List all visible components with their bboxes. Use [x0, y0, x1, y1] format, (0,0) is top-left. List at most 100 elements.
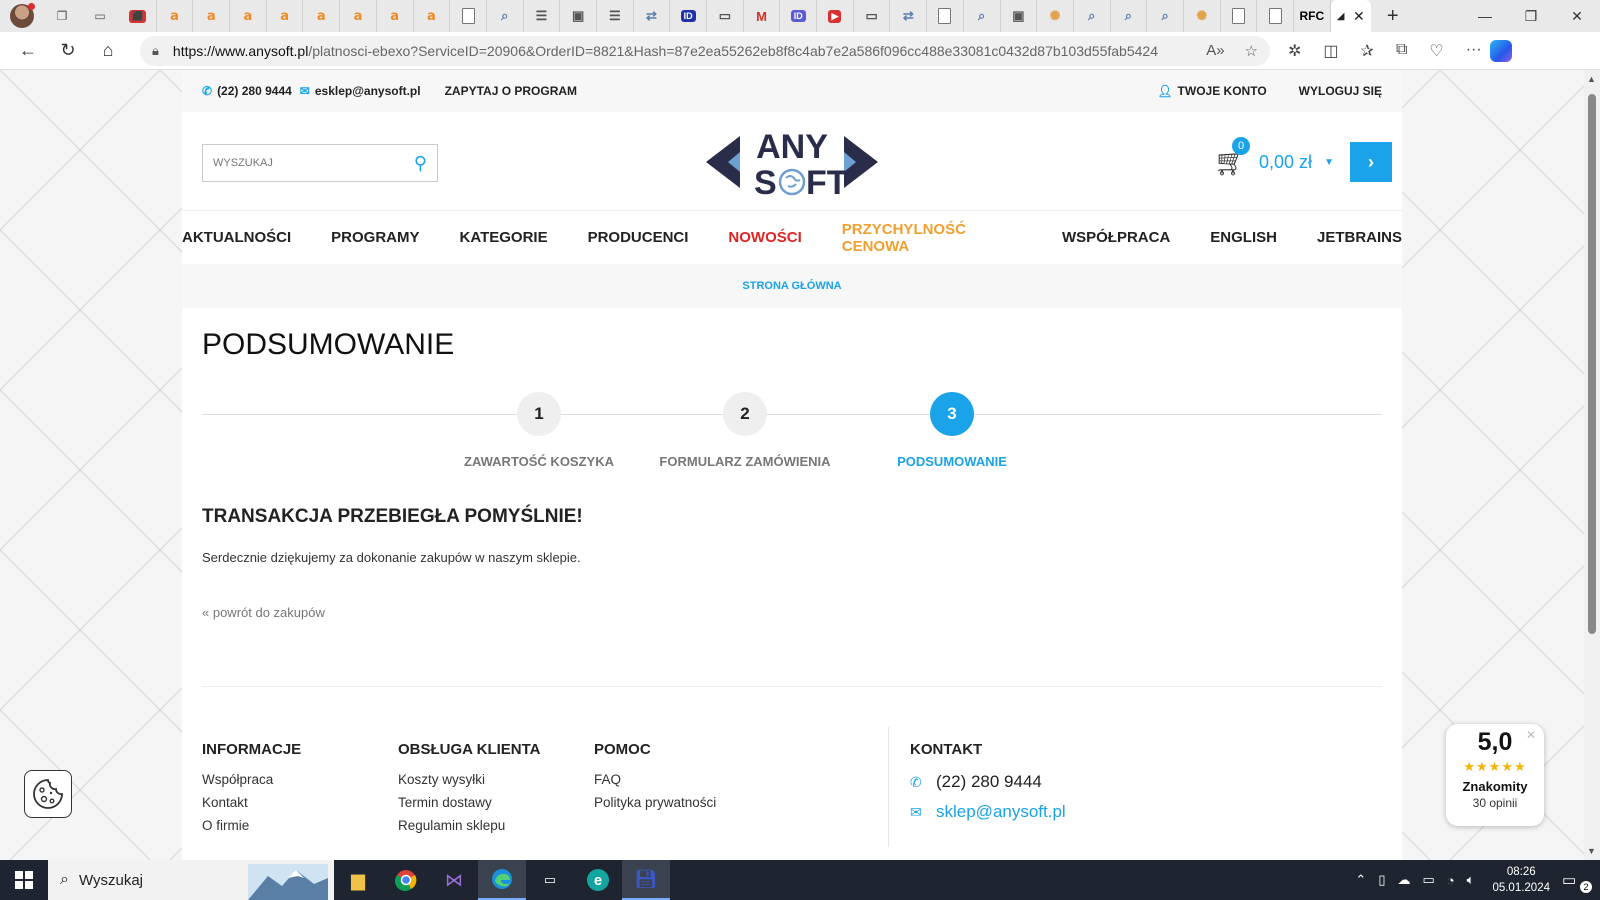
- minimize-icon[interactable]: —: [1462, 0, 1508, 32]
- onedrive-icon[interactable]: ☁: [1397, 872, 1410, 888]
- extensions-icon[interactable]: ✲: [1288, 41, 1301, 61]
- tab-amazon-icon[interactable]: a: [303, 0, 341, 32]
- volume-icon[interactable]: 🔈︎: [1467, 872, 1475, 888]
- lock-icon[interactable]: 🔒︎: [152, 43, 159, 59]
- nav-producenci[interactable]: PRODUCENCI: [588, 229, 689, 246]
- nav-english[interactable]: ENGLISH: [1210, 229, 1277, 246]
- clock[interactable]: 08:26 05.01.2024: [1492, 864, 1550, 896]
- taskbar-search[interactable]: ⌕ Wyszukaj: [48, 860, 334, 900]
- tab-search-icon[interactable]: ⌕: [1147, 0, 1184, 32]
- tab-translate-icon[interactable]: ⇄: [890, 0, 928, 32]
- tab-translate-icon[interactable]: ⇄: [634, 0, 671, 32]
- search-icon[interactable]: ⚲: [414, 153, 427, 174]
- cart-widget[interactable]: 🛒︎ 0 0,00 zł ▼ ›: [1214, 136, 1392, 182]
- tab-document-icon[interactable]: [1257, 0, 1294, 32]
- chrome-icon[interactable]: [382, 860, 430, 900]
- tab-gmail-icon[interactable]: M: [744, 0, 781, 32]
- page-scrollbar[interactable]: ▲ ▼: [1584, 70, 1600, 860]
- favorites-icon[interactable]: ✰: [1361, 41, 1374, 61]
- chevron-down-icon[interactable]: ▼: [1324, 157, 1334, 168]
- tab-search-icon[interactable]: ⌕: [1074, 0, 1111, 32]
- scroll-up-icon[interactable]: ▲: [1587, 74, 1596, 84]
- close-rating-icon[interactable]: ✕: [1526, 728, 1536, 742]
- favorite-star-icon[interactable]: ☆: [1245, 42, 1258, 60]
- start-button[interactable]: [0, 860, 48, 900]
- footer-link[interactable]: FAQ: [594, 772, 716, 787]
- tab-amazon-icon[interactable]: a: [340, 0, 377, 32]
- file-explorer-icon[interactable]: ▆: [334, 860, 382, 900]
- restore-icon[interactable]: ❐: [1508, 0, 1554, 32]
- cookie-settings-button[interactable]: [24, 770, 72, 818]
- go-to-cart-button[interactable]: ›: [1349, 142, 1392, 182]
- copilot-icon[interactable]: [1489, 39, 1512, 62]
- visual-studio-icon[interactable]: ⋈: [430, 860, 478, 900]
- notifications-icon[interactable]: ▭ 2: [1562, 871, 1592, 893]
- rating-widget[interactable]: ✕ 5,0 ★★★★★ Znakomity 30 opinii: [1446, 724, 1544, 826]
- profile-avatar[interactable]: [10, 3, 35, 28]
- nav-aktualnosci[interactable]: AKTUALNOŚCI: [182, 229, 291, 246]
- nav-przychylnosc-cenowa[interactable]: PRZYCHYLNOŚĆ CENOWA: [842, 221, 1022, 255]
- nav-programy[interactable]: PROGRAMY: [331, 229, 419, 246]
- contact-email[interactable]: sklep@anysoft.pl: [936, 802, 1066, 822]
- tab-bulb-icon[interactable]: ✺: [1037, 0, 1074, 32]
- device-icon[interactable]: ▯: [1378, 872, 1385, 888]
- logout-link[interactable]: WYLOGUJ SIĘ: [1299, 84, 1382, 98]
- contact-phone[interactable]: (22) 280 9444: [936, 772, 1042, 792]
- tab-amazon-icon[interactable]: a: [267, 0, 304, 32]
- close-tab-icon[interactable]: ✕: [1353, 8, 1365, 25]
- anysoft-logo[interactable]: ANY S FT: [706, 126, 878, 198]
- tab-list-icon[interactable]: ☰: [597, 0, 634, 32]
- back-to-shopping-link[interactable]: « powrót do zakupów: [202, 605, 325, 620]
- save-app-icon[interactable]: 💾︎: [622, 860, 670, 900]
- edge-icon[interactable]: [478, 860, 526, 900]
- workspaces-icon[interactable]: ❐: [52, 6, 72, 26]
- tab-pdf[interactable]: ⬛: [120, 0, 157, 32]
- terminal-icon[interactable]: ▭: [526, 860, 574, 900]
- nav-wspolpraca[interactable]: WSPÓŁPRACA: [1062, 229, 1170, 246]
- tab-amazon-icon[interactable]: a: [230, 0, 267, 32]
- top-email[interactable]: esklep@anysoft.pl: [315, 84, 421, 98]
- tab-bulb-icon[interactable]: ✺: [1184, 0, 1221, 32]
- refresh-icon[interactable]: ↻: [48, 35, 88, 67]
- tab-rfc[interactable]: RFC: [1294, 0, 1331, 32]
- address-bar[interactable]: 🔒︎ https://www.anysoft.pl /platnosci-ebe…: [140, 35, 1270, 66]
- new-tab-button[interactable]: +: [1375, 5, 1411, 28]
- close-window-icon[interactable]: ✕: [1554, 0, 1600, 32]
- ask-about-program-link[interactable]: ZAPYTAJ O PROGRAM: [445, 84, 577, 98]
- tab-document-icon[interactable]: [927, 0, 964, 32]
- tab-image-icon[interactable]: ▣: [560, 0, 597, 32]
- footer-link[interactable]: Kontakt: [202, 795, 301, 810]
- tab-list-icon[interactable]: ☰: [524, 0, 561, 32]
- scroll-down-icon[interactable]: ▼: [1587, 846, 1596, 856]
- tab-amazon-icon[interactable]: a: [157, 0, 194, 32]
- nav-kategorie[interactable]: KATEGORIE: [460, 229, 548, 246]
- contact-phone-row[interactable]: ✆ (22) 280 9444: [910, 772, 1066, 792]
- browser-essentials-icon[interactable]: ♡: [1429, 41, 1443, 61]
- footer-link[interactable]: Polityka prywatności: [594, 795, 716, 810]
- active-tab[interactable]: ◢ ✕: [1330, 0, 1371, 32]
- top-phone[interactable]: (22) 280 9444: [217, 84, 292, 98]
- tab-purple-icon[interactable]: ID: [780, 0, 818, 32]
- read-aloud-icon[interactable]: A»: [1206, 42, 1224, 60]
- collections-icon[interactable]: ⧉: [1396, 41, 1407, 61]
- footer-link[interactable]: Współpraca: [202, 772, 301, 787]
- tab-search-icon[interactable]: ⌕: [964, 0, 1001, 32]
- split-screen-icon[interactable]: ◫: [1323, 41, 1338, 61]
- tab-generic-icon[interactable]: ▭: [854, 0, 891, 32]
- footer-link[interactable]: O firmie: [202, 818, 301, 833]
- tab-youtube-icon[interactable]: ▶: [817, 0, 854, 32]
- breadcrumb-home-link[interactable]: STRONA GŁÓWNA: [742, 280, 841, 292]
- home-icon[interactable]: ⌂: [88, 35, 128, 67]
- search-input[interactable]: [213, 157, 403, 169]
- chevron-up-icon[interactable]: ⌃: [1355, 872, 1366, 888]
- footer-link[interactable]: Termin dostawy: [398, 795, 541, 810]
- more-menu-icon[interactable]: ···: [1466, 41, 1482, 61]
- tab-search-icon[interactable]: ⌕: [487, 0, 524, 32]
- tab-blue-icon[interactable]: ID: [670, 0, 707, 32]
- network-icon[interactable]: ◔: [1447, 873, 1455, 888]
- tab-search-icon[interactable]: ⌕: [1111, 0, 1148, 32]
- cart-amount[interactable]: 0,00 zł: [1259, 152, 1312, 173]
- tab-amazon-icon[interactable]: a: [377, 0, 414, 32]
- e-app-icon[interactable]: e: [574, 860, 622, 900]
- footer-link[interactable]: Koszty wysyłki: [398, 772, 541, 787]
